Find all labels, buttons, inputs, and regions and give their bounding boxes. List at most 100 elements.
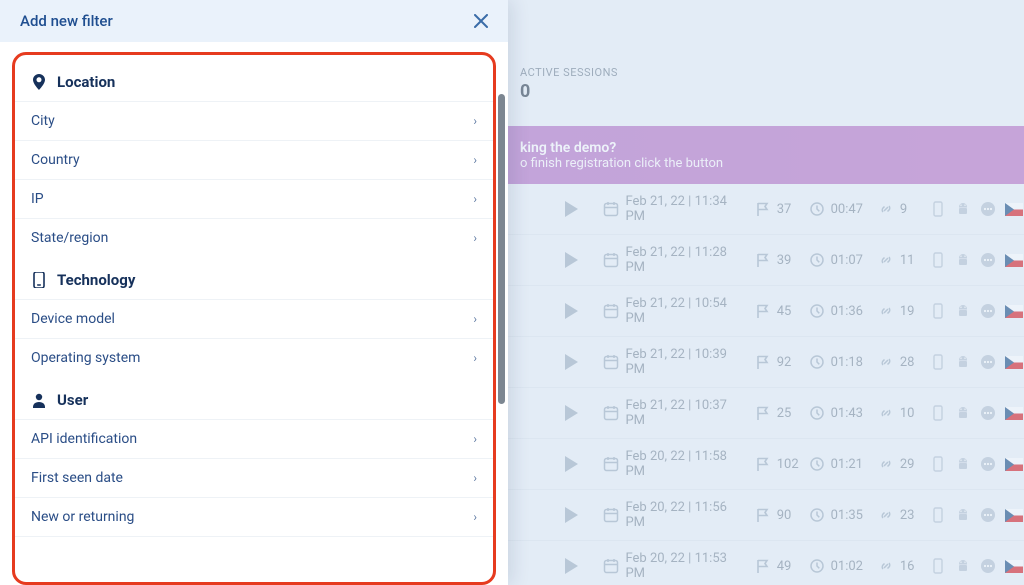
close-icon[interactable]	[474, 14, 488, 28]
flag-icon	[755, 252, 771, 268]
panel-body: LocationCity›Country›IP›State/region›Tec…	[0, 42, 508, 585]
play-icon[interactable]	[565, 456, 597, 472]
flag-count: 25	[777, 406, 792, 421]
filter-row[interactable]: Country›	[15, 140, 493, 179]
filter-row[interactable]: New or returning›	[15, 497, 493, 537]
panel-header: Add new filter	[0, 0, 508, 42]
chevron-right-icon: ›	[473, 432, 477, 446]
flag-icon	[755, 354, 771, 370]
flag-icon	[755, 558, 771, 574]
link-count: 9	[900, 202, 907, 217]
link-count: 19	[900, 304, 915, 319]
session-date: Feb 20, 22 | 11:56 PM	[625, 500, 748, 530]
link-icon	[878, 507, 894, 523]
filter-label: Country	[31, 152, 80, 168]
phone-icon	[930, 558, 946, 574]
section-title: Technology	[57, 271, 135, 289]
add-filter-panel: Add new filter LocationCity›Country›IP›S…	[0, 0, 508, 585]
chevron-right-icon: ›	[473, 510, 477, 524]
country-flag-icon	[1005, 560, 1023, 573]
android-icon	[955, 201, 971, 217]
highlight-box: LocationCity›Country›IP›State/region›Tec…	[12, 52, 496, 585]
filter-row[interactable]: API identification ›	[15, 419, 493, 458]
filter-row[interactable]: First seen date ›	[15, 458, 493, 497]
link-count: 29	[900, 457, 915, 472]
session-date: Feb 21, 22 | 10:37 PM	[625, 398, 748, 428]
play-icon[interactable]	[565, 558, 597, 574]
clock-icon	[809, 456, 825, 472]
play-icon[interactable]	[565, 303, 597, 319]
link-count: 16	[900, 559, 915, 574]
chevron-right-icon: ›	[473, 471, 477, 485]
play-icon[interactable]	[565, 405, 597, 421]
active-sessions-block: ACTIVE SESSIONS 0	[520, 66, 618, 102]
phone-icon	[930, 456, 946, 472]
filter-label: First seen date	[31, 470, 123, 486]
scrollbar-thumb[interactable]	[498, 94, 505, 404]
filter-label: City	[31, 113, 55, 129]
chevron-right-icon: ›	[473, 231, 477, 245]
filter-label: IP	[31, 191, 44, 207]
duration: 00:47	[831, 202, 863, 217]
play-icon[interactable]	[565, 201, 597, 217]
play-icon[interactable]	[565, 354, 597, 370]
link-icon	[878, 558, 894, 574]
flag-icon	[755, 405, 771, 421]
android-icon	[955, 405, 971, 421]
duration: 01:35	[831, 508, 863, 523]
chevron-right-icon: ›	[473, 192, 477, 206]
filter-label: Device model	[31, 311, 115, 327]
filter-label: State/region	[31, 230, 108, 246]
flag-count: 90	[777, 508, 792, 523]
flag-icon	[755, 201, 771, 217]
dots-icon	[980, 507, 996, 523]
flag-icon	[755, 507, 771, 523]
dots-icon	[980, 252, 996, 268]
dots-icon	[980, 201, 996, 217]
phone-icon	[930, 201, 946, 217]
link-icon	[878, 354, 894, 370]
flag-count: 49	[777, 559, 792, 574]
filter-row[interactable]: Operating system ›	[15, 338, 493, 377]
country-flag-icon	[1005, 356, 1023, 369]
clock-icon	[809, 405, 825, 421]
chevron-right-icon: ›	[473, 351, 477, 365]
play-icon[interactable]	[565, 252, 597, 268]
duration: 01:18	[831, 355, 863, 370]
flag-icon	[755, 303, 771, 319]
filter-label: Operating system	[31, 350, 140, 366]
calendar-icon	[603, 354, 619, 370]
filter-sections[interactable]: LocationCity›Country›IP›State/region›Tec…	[15, 59, 493, 582]
flag-icon	[755, 456, 771, 472]
flag-count: 102	[777, 457, 799, 472]
user-icon	[31, 392, 47, 408]
country-flag-icon	[1005, 203, 1023, 216]
calendar-icon	[603, 405, 619, 421]
clock-icon	[809, 507, 825, 523]
filter-label: API identification	[31, 431, 137, 447]
session-date: Feb 20, 22 | 11:58 PM	[625, 449, 748, 479]
play-icon[interactable]	[565, 507, 597, 523]
banner-line1: king the demo?	[520, 140, 1024, 156]
session-date: Feb 21, 22 | 10:39 PM	[625, 347, 748, 377]
filter-row[interactable]: State/region ›	[15, 218, 493, 257]
link-icon	[878, 201, 894, 217]
panel-title: Add new filter	[20, 12, 113, 30]
duration: 01:36	[831, 304, 863, 319]
dots-icon	[980, 405, 996, 421]
filter-row[interactable]: Device model›	[15, 299, 493, 338]
flag-count: 37	[777, 202, 792, 217]
android-icon	[955, 303, 971, 319]
android-icon	[955, 252, 971, 268]
link-count: 23	[900, 508, 915, 523]
link-icon	[878, 252, 894, 268]
filter-row[interactable]: City›	[15, 101, 493, 140]
active-sessions-value: 0	[520, 81, 618, 102]
link-icon	[878, 405, 894, 421]
country-flag-icon	[1005, 407, 1023, 420]
duration: 01:43	[831, 406, 863, 421]
duration: 01:07	[831, 253, 863, 268]
dots-icon	[980, 558, 996, 574]
filter-row[interactable]: IP ›	[15, 179, 493, 218]
link-count: 11	[900, 253, 915, 268]
